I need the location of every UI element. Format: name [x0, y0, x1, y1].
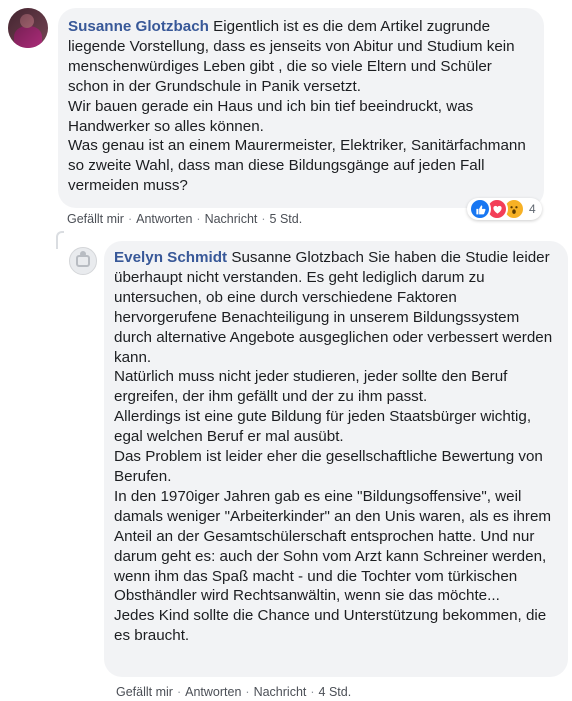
comment-actions: Gefällt mir · Antworten · Nachricht · 5 Std.: [67, 212, 302, 226]
separator: ·: [176, 685, 182, 699]
separator: ·: [127, 212, 133, 226]
reply-text: Susanne Glotzbach Sie haben die Studie l…: [114, 249, 553, 645]
timestamp-link[interactable]: 5 Std.: [270, 212, 303, 226]
reply-link[interactable]: Antworten: [185, 685, 241, 699]
message-link[interactable]: Nachricht: [254, 685, 307, 699]
like-link[interactable]: Gefällt mir: [67, 212, 124, 226]
like-icon: [469, 198, 491, 220]
reaction-summary[interactable]: 4: [467, 198, 542, 220]
comment-text: Eigentlich ist es die dem Artikel zugrun…: [68, 18, 526, 195]
reply-actions: Gefällt mir · Antworten · Nachricht · 4 Std.: [116, 685, 351, 699]
comment-bubble: Susanne Glotzbach Eigentlich ist es die …: [58, 8, 544, 208]
comment-author-name[interactable]: Susanne Glotzbach: [68, 18, 209, 35]
avatar-susanne-glotzbach[interactable]: [8, 8, 48, 48]
avatar-evelyn-schmidt[interactable]: [69, 247, 97, 275]
like-link[interactable]: Gefällt mir: [116, 685, 173, 699]
reply-bubble: Evelyn Schmidt Susanne Glotzbach Sie hab…: [104, 241, 568, 677]
separator: ·: [196, 212, 201, 226]
separator: ·: [310, 685, 315, 699]
reply-thread-line: [56, 231, 64, 249]
separator: ·: [245, 685, 250, 699]
reply-link[interactable]: Antworten: [136, 212, 192, 226]
reaction-count: 4: [529, 202, 536, 216]
timestamp-link[interactable]: 4 Std.: [319, 685, 352, 699]
message-link[interactable]: Nachricht: [205, 212, 258, 226]
separator: ·: [261, 212, 266, 226]
reply-author-name[interactable]: Evelyn Schmidt: [114, 249, 227, 266]
